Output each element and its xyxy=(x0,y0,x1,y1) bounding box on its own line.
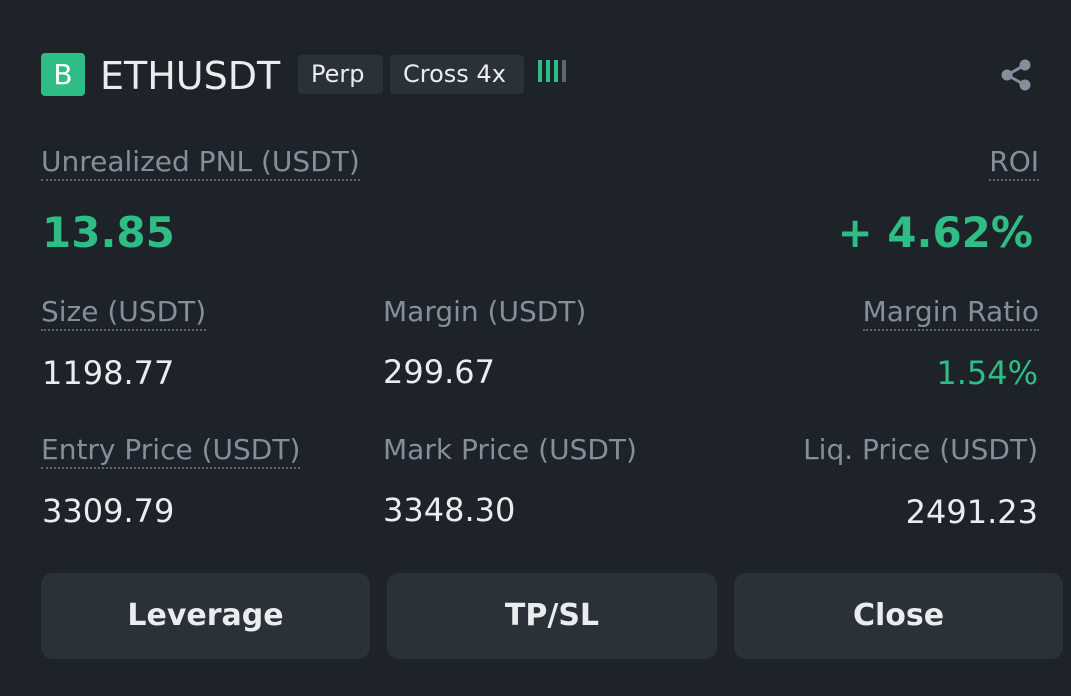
entry-price-value: 3309.79 xyxy=(42,492,175,530)
margin-ratio-label[interactable]: Margin Ratio xyxy=(862,295,1039,331)
roi-value: + 4.62% xyxy=(837,208,1033,257)
share-icon[interactable] xyxy=(998,57,1034,93)
size-value: 1198.77 xyxy=(42,354,175,392)
close-button[interactable]: Close xyxy=(734,573,1063,659)
contract-type-tag: Perp xyxy=(298,55,383,94)
mark-price-label: Mark Price (USDT) xyxy=(383,433,637,466)
entry-price-label[interactable]: Entry Price (USDT) xyxy=(41,433,301,469)
liq-price-value: 2491.23 xyxy=(905,493,1038,531)
margin-mode-tag[interactable]: Cross 4x xyxy=(390,55,524,94)
unrealized-pnl-label[interactable]: Unrealized PNL (USDT) xyxy=(41,145,360,181)
leverage-button[interactable]: Leverage xyxy=(41,573,370,659)
margin-value[interactable]: 299.67 xyxy=(383,352,495,392)
symbol-title[interactable]: ETHUSDT xyxy=(100,52,280,100)
signal-strength-icon xyxy=(538,60,568,86)
tpsl-button[interactable]: TP/SL xyxy=(387,573,717,659)
margin-ratio-value: 1.54% xyxy=(936,354,1038,392)
unrealized-pnl-value: 13.85 xyxy=(42,208,175,257)
long-side-badge: B xyxy=(41,53,85,96)
margin-label: Margin (USDT) xyxy=(383,295,587,328)
size-label[interactable]: Size (USDT) xyxy=(41,295,207,331)
roi-label[interactable]: ROI xyxy=(989,145,1039,181)
liq-price-label: Liq. Price (USDT) xyxy=(803,433,1038,466)
mark-price-value: 3348.30 xyxy=(383,491,516,529)
